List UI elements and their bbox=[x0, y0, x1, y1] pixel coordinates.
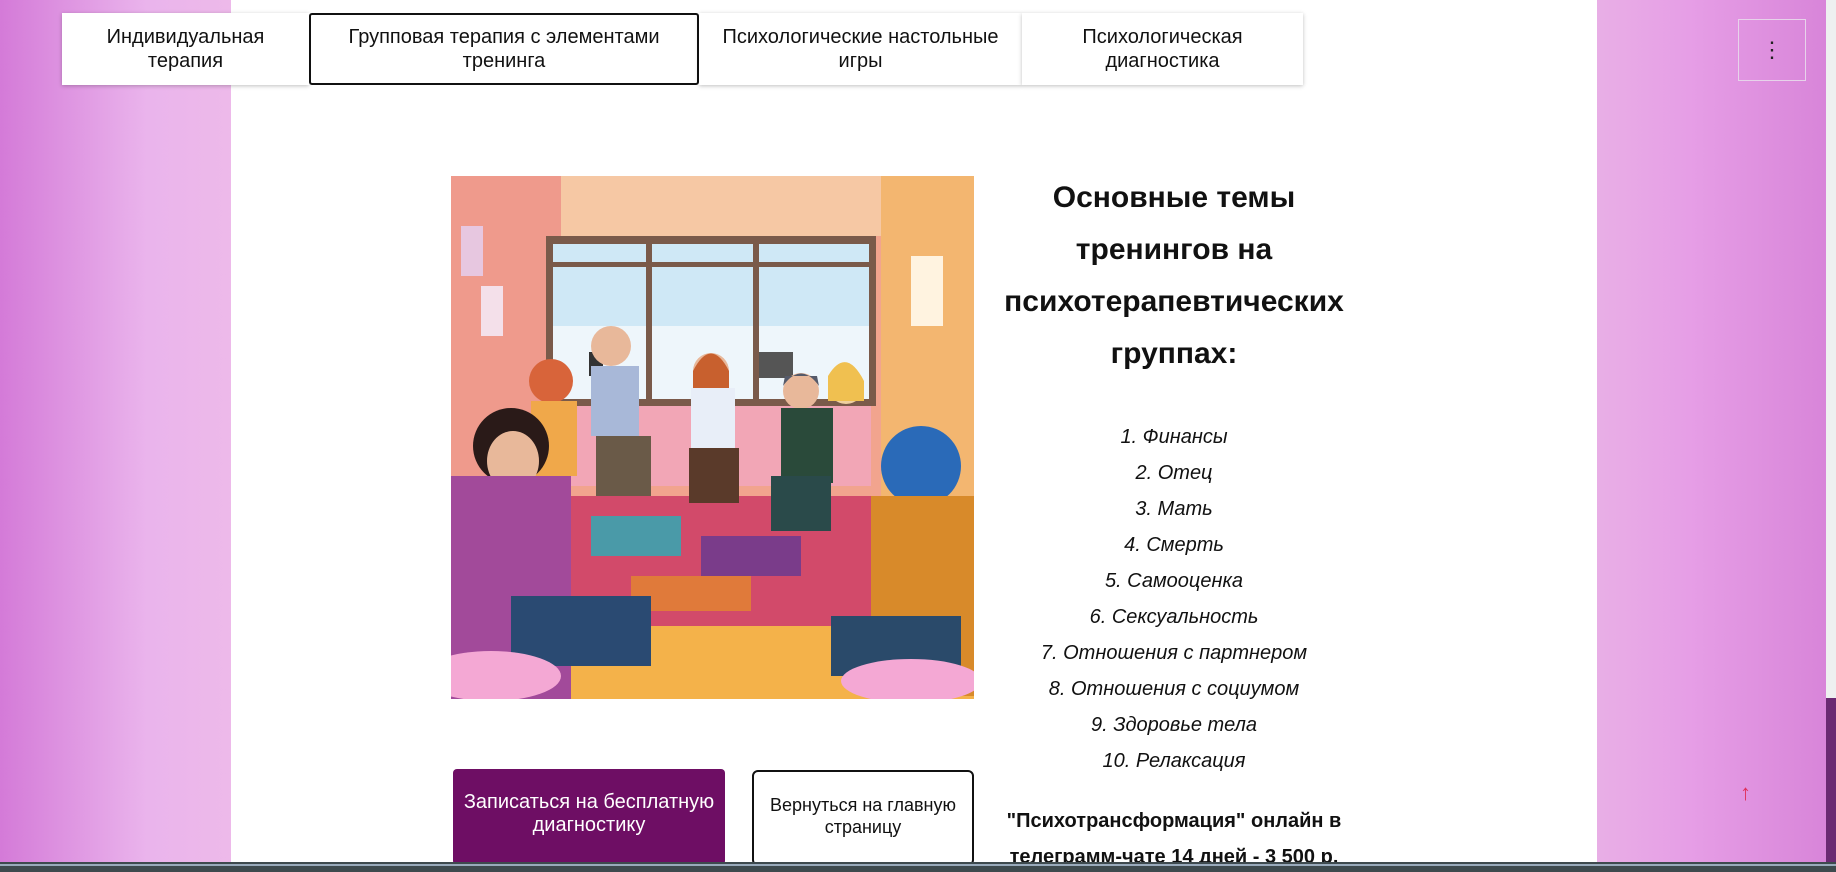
list-item: 3. Мать bbox=[1135, 498, 1213, 520]
topics-heading: Основные темы тренингов на психотерапевт… bbox=[1004, 181, 1344, 370]
list-item: 5. Самооценка bbox=[1104, 570, 1244, 592]
tab-diagnostics[interactable]: Психологическая диагностика bbox=[1022, 13, 1303, 85]
menu-button[interactable]: ⋮ bbox=[1738, 19, 1806, 81]
list-item: 9. Здоровье тела bbox=[1090, 714, 1258, 736]
scroll-to-top-icon[interactable]: ↑ bbox=[1740, 780, 1751, 806]
service-tabs: Индивидуальная терапия Групповая терапия… bbox=[62, 13, 1303, 85]
list-item: 6. Сексуальность bbox=[1089, 606, 1259, 628]
tab-individual-therapy[interactable]: Индивидуальная терапия bbox=[62, 13, 309, 85]
back-to-home-button[interactable]: Вернуться на главную страницу bbox=[752, 770, 974, 866]
list-item: 7. Отношения с партнером bbox=[1040, 642, 1308, 664]
topics-list: 1. Финансы 2. Отец 3. Мать 4. Смерть 5. … bbox=[996, 419, 1352, 779]
list-item: 1. Финансы bbox=[1120, 426, 1228, 448]
signup-diagnostics-button[interactable]: Записаться на бесплатную диагностику bbox=[453, 769, 725, 865]
tab-group-therapy[interactable]: Групповая терапия с элементами тренинга bbox=[309, 13, 699, 85]
group-therapy-illustration bbox=[451, 176, 974, 699]
bottom-edge-line bbox=[0, 864, 1836, 866]
tab-board-games[interactable]: Психологические настольные игры bbox=[699, 13, 1022, 85]
list-item: 4. Смерть bbox=[1124, 534, 1224, 556]
list-item: 10. Релаксация bbox=[1102, 750, 1246, 772]
list-item: 2. Отец bbox=[1135, 462, 1213, 484]
list-item: 8. Отношения с социумом bbox=[1048, 678, 1300, 700]
kebab-menu-icon: ⋮ bbox=[1761, 37, 1783, 62]
scrollbar-thumb[interactable] bbox=[1826, 698, 1836, 862]
